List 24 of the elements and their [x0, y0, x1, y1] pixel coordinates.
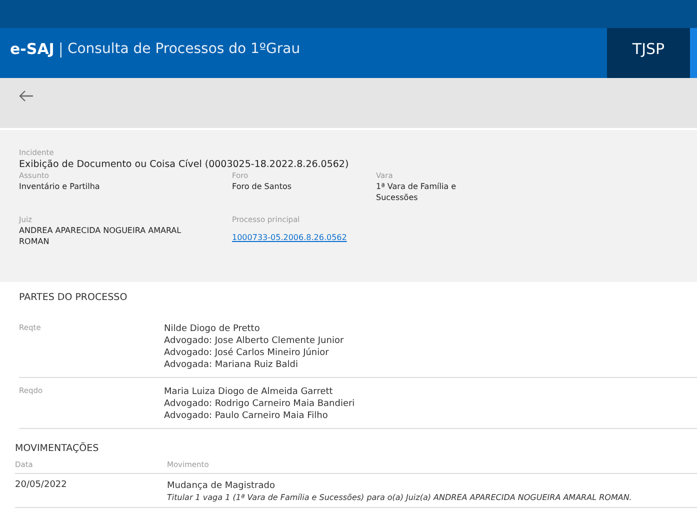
- party-name: Advogado: Rodrigo Carneiro Maia Bandieri: [164, 398, 355, 410]
- party-name: Nilde Diogo de Pretto: [164, 323, 261, 335]
- movement-title: Mudança de Magistrado: [167, 480, 276, 492]
- movement-detail: Titular 1 vaga 1 (1ª Vara de Família e Sucessões) para o(a) Juiz(a) ANDREA APARECIDA NOGUEIRA AMARAL ROMAN.: [167, 492, 632, 503]
- process-link[interactable]: 1000733-05.2006.8.26.0562: [232, 231, 347, 244]
- section-title: PARTES DO PROCESSO: [19, 292, 128, 303]
- field-value: ANDREA APARECIDA NOGUEIRA AMARAL ROMAN: [19, 225, 182, 247]
- court-logo[interactable]: TJSP: [607, 28, 690, 78]
- separator: |: [58, 40, 64, 58]
- field-value: Inventário e Partilha: [19, 181, 101, 192]
- party-name: Advogado: Jose Alberto Clemente Junior: [164, 335, 344, 347]
- accent-strip: [690, 28, 697, 78]
- party-name: Maria Luiza Diogo de Almeida Garrett: [164, 386, 334, 398]
- party-name: Advogado: Paulo Carneiro Maia Filho: [164, 410, 329, 422]
- party-name: Advogada: Mariana Ruiz Baldi: [164, 359, 300, 371]
- date-cell-text: 20/05/2022: [15, 480, 68, 492]
- back-arrow-icon[interactable]: [18, 90, 34, 102]
- field-value: 1ª Vara de Família e Sucessões: [376, 181, 458, 203]
- section-title: MOVIMENTAÇÕES: [15, 443, 100, 454]
- field-value: Exibição de Documento ou Coisa Cível (0003025-18.2022.8.26.0562): [19, 158, 350, 171]
- party-name: Advogado: José Carlos Mineiro Júnior: [164, 347, 330, 359]
- brand-logo[interactable]: e-SAJ: [10, 40, 54, 58]
- field-value: Foro de Santos: [232, 181, 293, 192]
- page-title: Consulta de Processos do 1ºGrau: [67, 41, 300, 57]
